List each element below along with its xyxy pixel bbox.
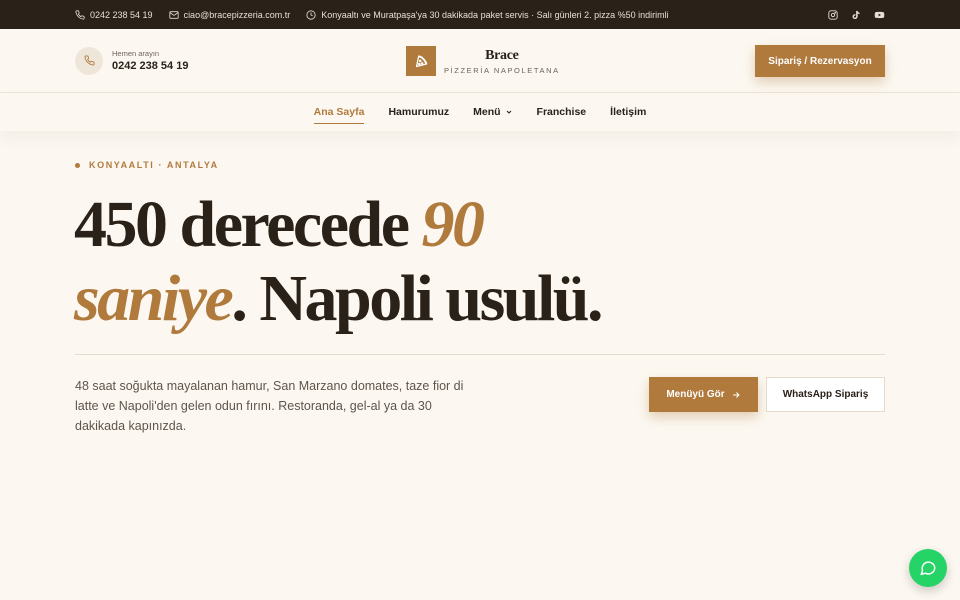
nav-item-franchise[interactable]: Franchise xyxy=(537,101,587,123)
site-logo[interactable]: Brace PİZZERİA NAPOLETANA xyxy=(406,46,560,76)
whatsapp-float-button[interactable] xyxy=(909,549,947,587)
pizza-slice-icon xyxy=(415,54,427,67)
topbar-phone-text: 0242 238 54 19 xyxy=(90,9,153,20)
logo-tagline: PİZZERİA NAPOLETANA xyxy=(444,65,560,75)
logo-mark xyxy=(406,46,436,76)
youtube-icon[interactable] xyxy=(874,10,885,20)
instagram-icon[interactable] xyxy=(828,9,838,20)
hero-title-part1: 450 derecede xyxy=(74,188,422,261)
topbar-notice: Konyaaltı ve Muratpaşa'ya 30 dakikada pa… xyxy=(306,9,669,20)
social-links xyxy=(815,9,885,20)
chevron-down-icon xyxy=(506,110,511,114)
main-nav: Ana Sayfa Hamurumuz Menü Franchise İleti… xyxy=(0,93,960,131)
tiktok-icon[interactable] xyxy=(851,10,861,20)
eyebrow-dot xyxy=(75,162,80,168)
topbar-email[interactable]: ciao@bracepizzeria.com.tr xyxy=(168,9,291,20)
hero-divider xyxy=(75,354,885,355)
arrow-right-icon xyxy=(732,391,740,398)
mail-icon xyxy=(168,10,179,19)
chat-bubble-icon xyxy=(920,561,936,576)
topbar-email-text: ciao@bracepizzeria.com.tr xyxy=(183,9,291,20)
hero-title-accent1: 90 xyxy=(421,188,485,261)
nav-item-dough[interactable]: Hamurumuz xyxy=(388,101,449,123)
phone-icon xyxy=(75,9,85,20)
whatsapp-order-button[interactable]: WhatsApp Sipariş xyxy=(766,377,885,412)
topbar-notice-text: Konyaaltı ve Muratpaşa'ya 30 dakikada pa… xyxy=(321,9,669,20)
logo-name: Brace xyxy=(485,47,519,63)
call-label: Hemen arayın xyxy=(112,49,160,58)
view-menu-button[interactable]: Menüyü Gör xyxy=(649,377,758,412)
hero-eyebrow: KONYAALTI · ANTALYA xyxy=(75,160,219,170)
call-number: 0242 238 54 19 xyxy=(112,60,189,72)
hero-title: 450 derecede 90 saniye. Napoli usulü. xyxy=(74,188,604,336)
phone-icon xyxy=(84,55,95,66)
topbar-phone[interactable]: 0242 238 54 19 xyxy=(75,10,153,20)
phone-circle xyxy=(75,46,103,75)
hero-title-part2: . Napoli usulü. xyxy=(231,262,603,335)
clock-icon xyxy=(306,9,316,20)
nav-item-menu-label: Menü xyxy=(473,106,501,118)
hero-title-accent2: saniye xyxy=(74,262,234,335)
view-menu-label: Menüyü Gör xyxy=(666,389,725,400)
nav-item-contact[interactable]: İletişim xyxy=(610,101,646,123)
nav-item-home[interactable]: Ana Sayfa xyxy=(313,101,365,124)
call-block[interactable]: Hemen arayın 0242 238 54 19 xyxy=(75,46,189,75)
nav-item-menu[interactable]: Menü xyxy=(473,101,512,123)
top-bar: 0242 238 54 19 ciao@bracepizzeria.com.tr… xyxy=(0,0,960,29)
hero-description: 48 saat soğukta mayalanan hamur, San Mar… xyxy=(75,379,464,433)
site-header: Hemen arayın 0242 238 54 19 Brace PİZZER… xyxy=(0,29,960,93)
eyebrow-text: KONYAALTI · ANTALYA xyxy=(89,160,219,170)
order-reservation-button[interactable]: Sipariş / Rezervasyon xyxy=(755,45,885,77)
